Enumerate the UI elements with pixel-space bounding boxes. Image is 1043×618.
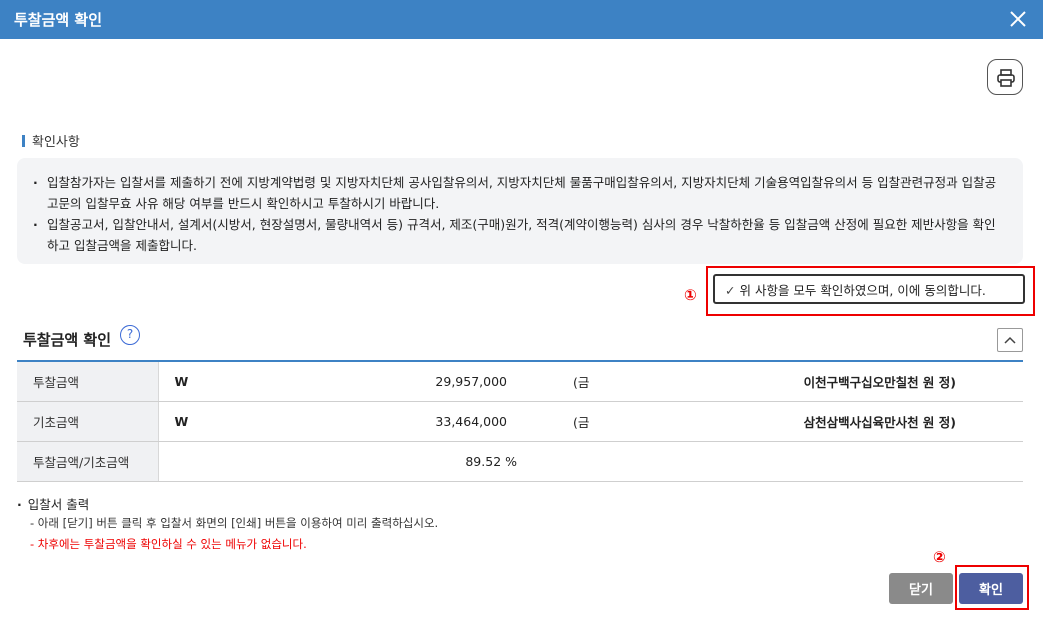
chevron-up-icon bbox=[1004, 336, 1016, 344]
row-label: 투찰금액 bbox=[17, 361, 159, 402]
table-row: 투찰금액/기초금액 89.52 % bbox=[17, 441, 1023, 482]
printer-icon bbox=[997, 69, 1015, 87]
confirm-button[interactable]: 확인 bbox=[959, 573, 1023, 604]
step-marker-2: ② bbox=[933, 548, 946, 566]
agree-label: 위 사항을 모두 확인하였으며, 이에 동의합니다. bbox=[739, 282, 986, 298]
output-heading-text: 입찰서 출력 bbox=[27, 497, 90, 512]
notice-heading: 확인사항 bbox=[22, 131, 80, 150]
currency-symbol: W bbox=[158, 361, 228, 402]
step-marker-1: ① bbox=[684, 286, 697, 304]
agree-button[interactable]: ✓ 위 사항을 모두 확인하였으며, 이에 동의합니다. bbox=[713, 274, 1025, 304]
bid-amount: 29,957,000 bbox=[228, 361, 507, 402]
bid-section-title: 투찰금액 확인 bbox=[23, 331, 112, 349]
bid-ratio: 89.52 % bbox=[465, 453, 517, 469]
close-icon[interactable] bbox=[1005, 6, 1031, 32]
amount-korean-prefix: (금 bbox=[507, 401, 607, 442]
help-icon[interactable]: ? bbox=[120, 325, 140, 345]
ratio-cell: 89.52 % bbox=[158, 441, 517, 482]
notice-item: 입찰공고서, 입찰안내서, 설계서(시방서, 현장설명서, 물량내역서 등) 규… bbox=[33, 214, 1005, 256]
heading-bar bbox=[22, 135, 25, 147]
notice-heading-text: 확인사항 bbox=[32, 135, 80, 150]
output-line: - 아래 [닫기] 버튼 클릭 후 입찰서 화면의 [인쇄] 버튼을 이용하여 … bbox=[30, 516, 439, 530]
bid-amount-table: 투찰금액 W 29,957,000 (금 이천구백구십오만칠천 원 정) 기초금… bbox=[17, 360, 1023, 482]
collapse-button[interactable] bbox=[997, 328, 1023, 352]
amount-korean: 삼천삼백사십육만사천 원 정) bbox=[607, 401, 1023, 442]
dialog-titlebar: 투찰금액 확인 bbox=[0, 0, 1043, 39]
table-row: 투찰금액 W 29,957,000 (금 이천구백구십오만칠천 원 정) bbox=[17, 361, 1023, 402]
row-label: 투찰금액/기초금액 bbox=[17, 441, 159, 482]
row-label: 기초금액 bbox=[17, 401, 159, 442]
empty-cell bbox=[507, 441, 607, 482]
close-button[interactable]: 닫기 bbox=[889, 573, 953, 604]
base-amount: 33,464,000 bbox=[228, 401, 507, 442]
dialog-title: 투찰금액 확인 bbox=[14, 11, 103, 29]
amount-korean: 이천구백구십오만칠천 원 정) bbox=[607, 361, 1023, 402]
notice-box: 입찰참가자는 입찰서를 제출하기 전에 지방계약법령 및 지방자치단체 공사입찰… bbox=[17, 158, 1023, 264]
empty-cell bbox=[607, 441, 1023, 482]
output-heading: · 입찰서 출력 bbox=[17, 497, 90, 512]
amount-korean-prefix: (금 bbox=[507, 361, 607, 402]
notice-item: 입찰참가자는 입찰서를 제출하기 전에 지방계약법령 및 지방자치단체 공사입찰… bbox=[33, 172, 1005, 214]
print-button[interactable] bbox=[987, 59, 1023, 95]
currency-symbol: W bbox=[158, 401, 228, 442]
check-icon: ✓ bbox=[725, 282, 736, 298]
output-warning-line: - 차후에는 투찰금액을 확인하실 수 있는 메뉴가 없습니다. bbox=[30, 537, 307, 551]
table-row: 기초금액 W 33,464,000 (금 삼천삼백사십육만사천 원 정) bbox=[17, 401, 1023, 442]
